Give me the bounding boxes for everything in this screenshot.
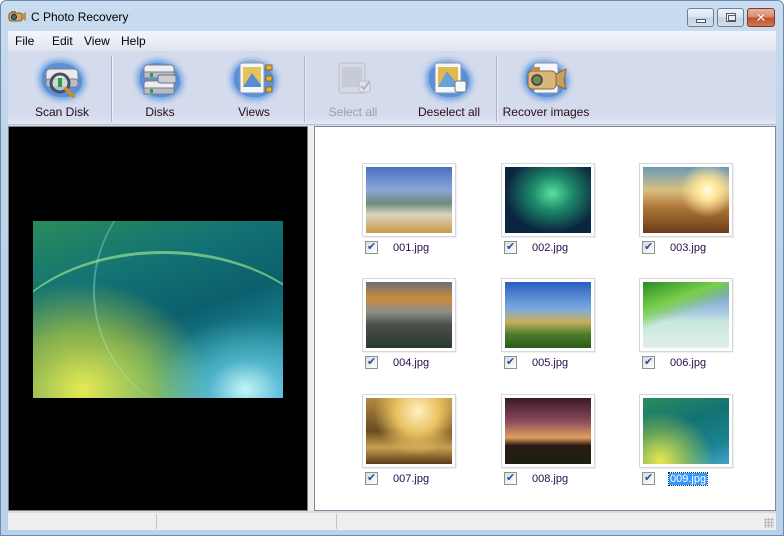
thumbnail-image[interactable] — [643, 282, 729, 348]
thumbnail-item[interactable]: 003.jpg — [592, 163, 733, 263]
recover-images-label: Recover images — [502, 105, 590, 119]
thumbnail-filename[interactable]: 009.jpg — [667, 472, 709, 486]
thumbnail-checkbox[interactable] — [642, 471, 655, 485]
deselect-all-button[interactable]: Deselect all — [410, 54, 488, 122]
thumbnail-filename[interactable]: 002.jpg — [531, 242, 569, 254]
thumbnail-item[interactable]: 002.jpg — [454, 163, 595, 263]
thumbnail-item[interactable]: 001.jpg — [315, 163, 456, 263]
toolbar-separator — [496, 56, 497, 122]
minimize-icon — [696, 19, 706, 23]
thumbnail-filename[interactable]: 008.jpg — [531, 473, 569, 485]
app-camera-icon — [8, 11, 26, 22]
thumbnail-image[interactable] — [505, 167, 591, 233]
deselect-all-label: Deselect all — [417, 105, 481, 119]
status-bar — [8, 513, 776, 530]
thumbnail-filename[interactable]: 004.jpg — [392, 357, 430, 369]
thumbnail-image[interactable] — [366, 282, 452, 348]
thumbnail-item[interactable]: 005.jpg — [454, 278, 595, 378]
scan-disk-button[interactable]: Scan Disk — [26, 54, 98, 122]
maximize-icon — [726, 13, 736, 22]
select-all-button[interactable]: Select all — [318, 54, 388, 122]
thumbnail-filename[interactable]: 007.jpg — [392, 473, 430, 485]
thumbnail-checkbox[interactable] — [504, 240, 517, 254]
select-all-icon — [329, 57, 377, 103]
scan-disk-icon — [38, 57, 86, 103]
views-button[interactable]: Views — [219, 54, 289, 122]
resize-grip[interactable] — [764, 518, 774, 528]
thumbnail-item[interactable]: 006.jpg — [592, 278, 733, 378]
title-bar[interactable]: C Photo Recovery ✕ — [1, 1, 783, 32]
thumbnail-image[interactable] — [643, 167, 729, 233]
menu-view[interactable]: View — [84, 34, 110, 48]
preview-pane — [8, 126, 308, 511]
status-panel — [337, 514, 776, 529]
toolbar-separator — [111, 56, 112, 122]
toolbar: Scan Disk Disks Views Select all Deselec… — [8, 52, 776, 125]
thumbnail-item[interactable]: 009.jpg — [592, 394, 733, 494]
thumbnail-image[interactable] — [505, 398, 591, 464]
thumbnail-checkbox[interactable] — [504, 471, 517, 485]
thumbnail-item[interactable]: 004.jpg — [315, 278, 456, 378]
scan-disk-label: Scan Disk — [34, 105, 90, 119]
thumbnail-filename[interactable]: 006.jpg — [669, 357, 707, 369]
thumbnail-checkbox[interactable] — [642, 240, 655, 254]
menu-help[interactable]: Help — [121, 34, 146, 48]
thumbnail-image[interactable] — [505, 282, 591, 348]
window-title: C Photo Recovery — [31, 10, 129, 24]
app-window: C Photo Recovery ✕ File Edit View Help S… — [0, 0, 784, 536]
minimize-button[interactable] — [687, 8, 714, 27]
thumbnail-image[interactable] — [643, 398, 729, 464]
select-all-label: Select all — [328, 105, 378, 119]
maximize-button[interactable] — [717, 8, 744, 27]
thumbnail-checkbox[interactable] — [642, 355, 655, 369]
recover-images-button[interactable]: Recover images — [502, 54, 590, 122]
thumbnail-image[interactable] — [366, 398, 452, 464]
disks-button[interactable]: Disks — [125, 54, 195, 122]
thumbnail-checkbox[interactable] — [365, 240, 378, 254]
thumbnail-image[interactable] — [366, 167, 452, 233]
preview-image — [33, 221, 283, 398]
views-label: Views — [238, 105, 270, 119]
disks-icon — [136, 57, 184, 103]
status-panel — [157, 514, 337, 529]
menu-edit[interactable]: Edit — [52, 34, 73, 48]
thumbnail-item[interactable]: 008.jpg — [454, 394, 595, 494]
menu-bar: File Edit View Help — [8, 31, 776, 51]
thumbnail-checkbox[interactable] — [504, 355, 517, 369]
client-area: File Edit View Help Scan Disk Disks View… — [8, 31, 776, 530]
thumbnail-item[interactable]: 007.jpg — [315, 394, 456, 494]
menu-file[interactable]: File — [15, 34, 34, 48]
views-icon — [230, 57, 278, 103]
recover-images-icon — [522, 57, 570, 103]
status-panel — [8, 514, 157, 529]
deselect-all-icon — [425, 57, 473, 103]
thumbnail-filename[interactable]: 005.jpg — [531, 357, 569, 369]
thumbnail-filename[interactable]: 001.jpg — [392, 242, 430, 254]
thumbnail-checkbox[interactable] — [365, 471, 378, 485]
thumbnail-filename[interactable]: 003.jpg — [669, 242, 707, 254]
disks-label: Disks — [145, 105, 175, 119]
thumbnail-checkbox[interactable] — [365, 355, 378, 369]
thumbnail-gallery: 001.jpg 002.jpg 003.jpg 004.jpg 0 — [314, 126, 776, 511]
close-button[interactable]: ✕ — [747, 8, 775, 27]
toolbar-separator — [304, 56, 305, 122]
close-icon: ✕ — [755, 10, 767, 25]
